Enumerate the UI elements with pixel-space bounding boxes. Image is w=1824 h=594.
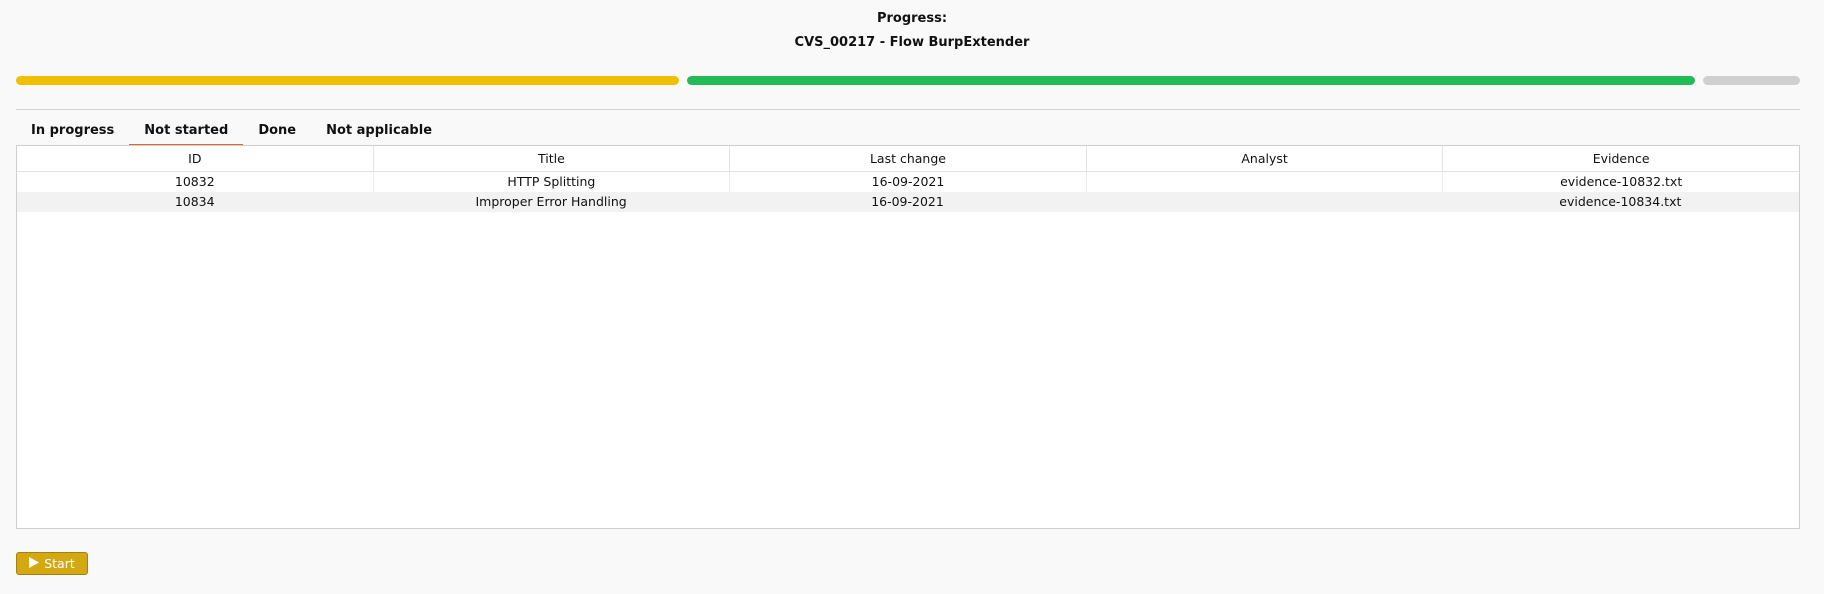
tab-not-started[interactable]: Not started <box>129 120 244 146</box>
cell-evidence: evidence-10832.txt <box>1560 174 1683 189</box>
cell-evidence: evidence-10834.txt <box>1443 192 1800 212</box>
cell-id: 10832 <box>17 172 374 192</box>
column-header-last-change[interactable]: Last change <box>730 146 1087 171</box>
progress-segment-done <box>687 76 1695 85</box>
progress-panel: Progress: CVS_00217 - Flow BurpExtender … <box>0 0 1824 594</box>
table-row[interactable]: 10832 HTTP Splitting 16-09-2021 evidence… <box>17 172 1799 192</box>
column-header-analyst[interactable]: Analyst <box>1087 146 1444 171</box>
status-tabs: In progress Not started Done Not applica… <box>16 120 447 146</box>
cell-analyst <box>1086 192 1443 212</box>
cell-last-change: 16-09-2021 <box>730 172 1087 192</box>
play-icon <box>29 556 40 571</box>
progress-segment-in-progress <box>16 76 679 85</box>
tab-not-applicable[interactable]: Not applicable <box>311 120 447 146</box>
cell-title: Improper Error Handling <box>373 192 730 212</box>
findings-table: ID Title Last change Analyst Evidence 10… <box>16 145 1800 529</box>
tab-in-progress[interactable]: In progress <box>16 120 129 146</box>
cell-title: HTTP Splitting <box>374 172 731 192</box>
column-header-evidence[interactable]: Evidence <box>1443 146 1799 171</box>
progress-bar <box>16 76 1800 85</box>
progress-segment-remaining <box>1703 76 1800 85</box>
table-row[interactable]: 10834 Improper Error Handling 16-09-2021… <box>17 192 1800 212</box>
project-title: CVS_00217 - Flow BurpExtender <box>794 35 1030 50</box>
cell-analyst <box>1087 172 1444 192</box>
divider <box>16 109 1800 110</box>
table-header: ID Title Last change Analyst Evidence <box>17 146 1799 172</box>
progress-label: Progress: <box>876 11 948 26</box>
cell-id: 10834 <box>17 192 374 212</box>
column-header-title[interactable]: Title <box>374 146 731 171</box>
tab-done[interactable]: Done <box>243 120 311 146</box>
start-button[interactable]: Start <box>16 552 88 575</box>
column-header-id[interactable]: ID <box>17 146 374 171</box>
start-button-label: Start <box>44 556 75 571</box>
cell-last-change: 16-09-2021 <box>730 192 1087 212</box>
